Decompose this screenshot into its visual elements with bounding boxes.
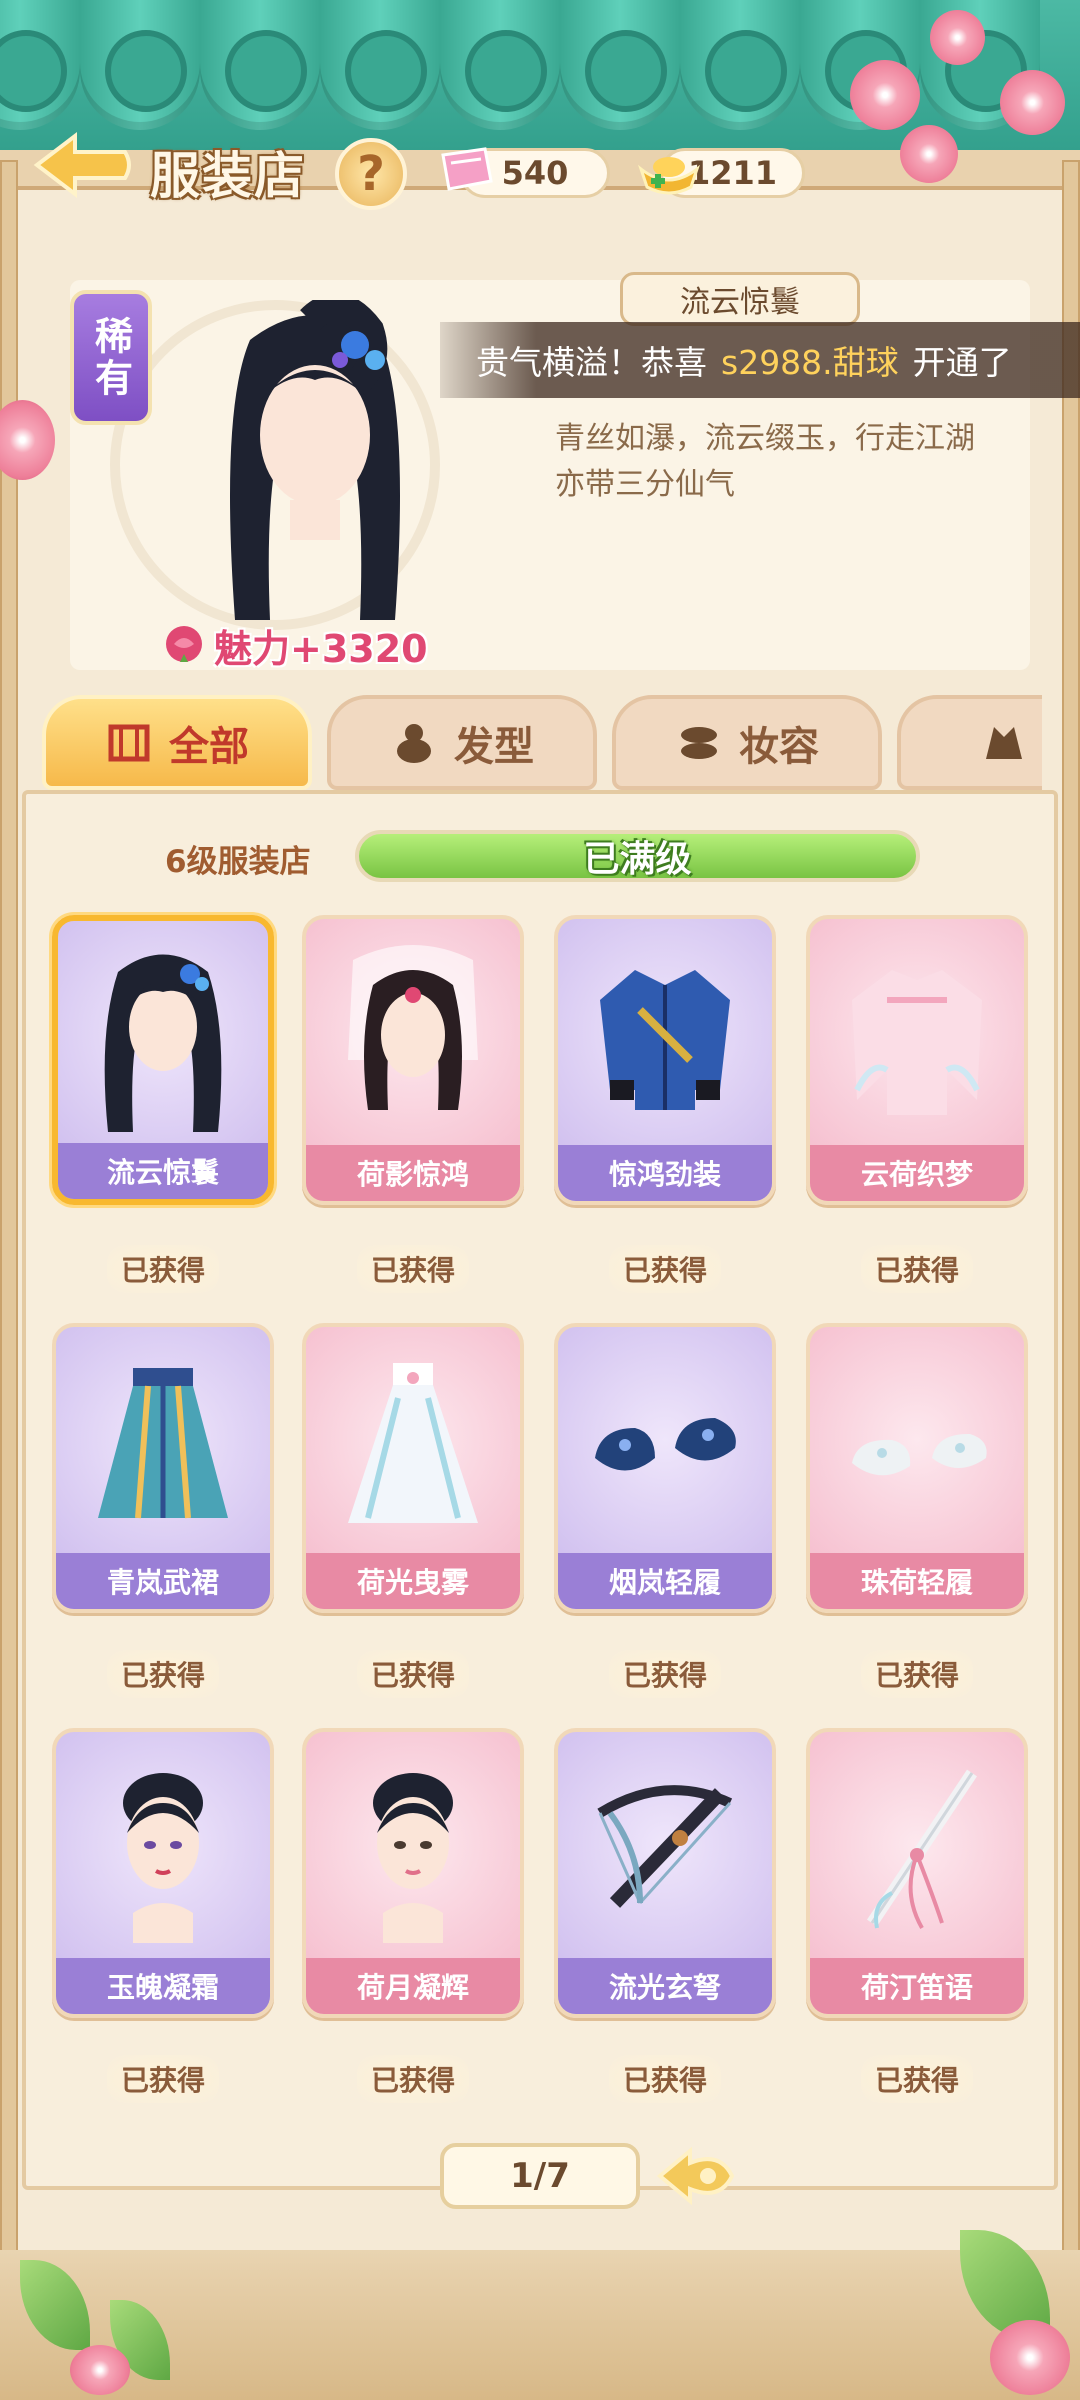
item-card[interactable]: 荷光曳雾 [302, 1323, 524, 1613]
item-name: 惊鸿劲装 [558, 1145, 772, 1201]
shoes-icon [595, 1418, 736, 1471]
face-makeup-icon [123, 1773, 203, 1943]
featured-item-name: 流云惊鬟 [620, 272, 860, 326]
tab-hairstyle[interactable]: 发型 [327, 695, 597, 790]
blossom-decoration [850, 60, 920, 130]
charm-bonus: 魅力+3320 [160, 618, 428, 673]
tab-makeup[interactable]: 妆容 [612, 695, 882, 790]
back-arrow-icon [33, 131, 131, 199]
item-name: 烟岚轻履 [558, 1553, 772, 1609]
crossbow-icon [597, 1785, 733, 1908]
makeup-compact-icon [681, 726, 717, 759]
item-name: 玉魄凝霜 [56, 1958, 270, 2014]
shop-level-bar: 已满级 [355, 830, 920, 882]
blossom-decoration [70, 2345, 130, 2395]
item-card[interactable]: 云荷织梦 [806, 915, 1028, 1205]
hair-bun-icon [397, 723, 431, 763]
blossom-decoration [900, 125, 958, 183]
item-status: 已获得 [554, 2055, 776, 2103]
currency-gold[interactable]: 1211 [637, 148, 805, 198]
item-name: 荷月凝辉 [306, 1958, 520, 2014]
flute-icon [867, 1769, 977, 1929]
item-name: 荷影惊鸿 [306, 1145, 520, 1201]
currency-ticket[interactable]: 540 [441, 147, 610, 198]
rose-icon [166, 625, 202, 662]
item-card[interactable]: 流光玄弩 [554, 1728, 776, 2018]
announcement-suffix: 开通了 [912, 343, 1012, 382]
item-status: 已获得 [806, 2055, 1028, 2103]
item-status: 已获得 [302, 1245, 524, 1293]
gold-count: 1211 [687, 154, 778, 192]
item-name: 荷汀笛语 [810, 1958, 1024, 2014]
item-status: 已获得 [806, 1650, 1028, 1698]
item-card[interactable]: 惊鸿劲装 [554, 915, 776, 1205]
item-status: 已获得 [806, 1245, 1028, 1293]
item-card[interactable]: 荷月凝辉 [302, 1728, 524, 2018]
shop-level-label: 6级服装店 [165, 844, 311, 880]
shoes-icon [852, 1433, 987, 1476]
item-name: 荷光曳雾 [306, 1553, 520, 1609]
item-card[interactable]: 烟岚轻履 [554, 1323, 776, 1613]
item-card[interactable]: 青岚武裙 [52, 1323, 274, 1613]
item-card[interactable]: 荷汀笛语 [806, 1728, 1028, 2018]
next-page-button[interactable] [650, 2143, 740, 2209]
cloth-ticket-icon [441, 147, 493, 191]
item-status: 已获得 [554, 1650, 776, 1698]
hairstyle-icon [348, 945, 478, 1110]
item-name: 流云惊鬟 [58, 1143, 268, 1199]
item-status: 已获得 [52, 1650, 274, 1698]
blossom-decoration [930, 10, 985, 65]
dress-top-icon [852, 970, 982, 1115]
frame-post-right [1062, 160, 1080, 2260]
question-mark-icon: ? [357, 146, 385, 202]
blossom-decoration [0, 400, 55, 480]
item-name: 云荷织梦 [810, 1145, 1024, 1201]
item-status: 已获得 [302, 2055, 524, 2103]
item-card[interactable]: 珠荷轻履 [806, 1323, 1028, 1613]
item-card[interactable]: 流云惊鬟 [52, 915, 274, 1205]
item-name: 流光玄弩 [558, 1958, 772, 2014]
tab-top[interactable]: 上 [897, 695, 1042, 790]
ticket-count: 540 [501, 154, 569, 192]
tab-all[interactable]: 全部 [42, 695, 312, 790]
item-status: 已获得 [52, 1245, 274, 1293]
frame-icon [108, 724, 150, 761]
item-card[interactable]: 玉魄凝霜 [52, 1728, 274, 2018]
item-card[interactable]: 荷影惊鸿 [302, 915, 524, 1205]
featured-hairstyle-image [230, 300, 400, 620]
item-status: 已获得 [302, 1650, 524, 1698]
item-status: 已获得 [52, 2055, 274, 2103]
jacket-icon [600, 970, 730, 1110]
item-name: 青岚武裙 [56, 1553, 270, 1609]
rarity-badge: 稀有 [70, 290, 152, 425]
page-title: 服装店 [150, 147, 306, 205]
featured-description: 青丝如瀑，流云缀玉，行走江湖亦带三分仙气 [555, 421, 975, 502]
announcement-player: s2988.甜球 [721, 343, 899, 382]
help-button[interactable]: ? [335, 138, 407, 210]
gold-ingot-icon [637, 157, 701, 195]
item-name: 珠荷轻履 [810, 1553, 1024, 1609]
item-status: 已获得 [554, 1245, 776, 1293]
announcement-prefix: 贵气横溢！恭喜 [476, 343, 707, 382]
back-button[interactable] [30, 125, 135, 205]
hairstyle-icon [104, 954, 222, 1132]
face-makeup-icon [373, 1773, 453, 1943]
top-garment-icon [986, 726, 1022, 759]
gown-icon [348, 1363, 478, 1523]
announcement-banner: 贵气横溢！恭喜 s2988.甜球 开通了 [440, 322, 1080, 398]
blossom-decoration [1000, 70, 1065, 135]
page-indicator: 1/7 [440, 2143, 640, 2209]
skirt-icon [98, 1368, 228, 1519]
category-tabs: 全部 发型 妆容 上 [42, 690, 1042, 795]
blossom-decoration [990, 2320, 1070, 2395]
